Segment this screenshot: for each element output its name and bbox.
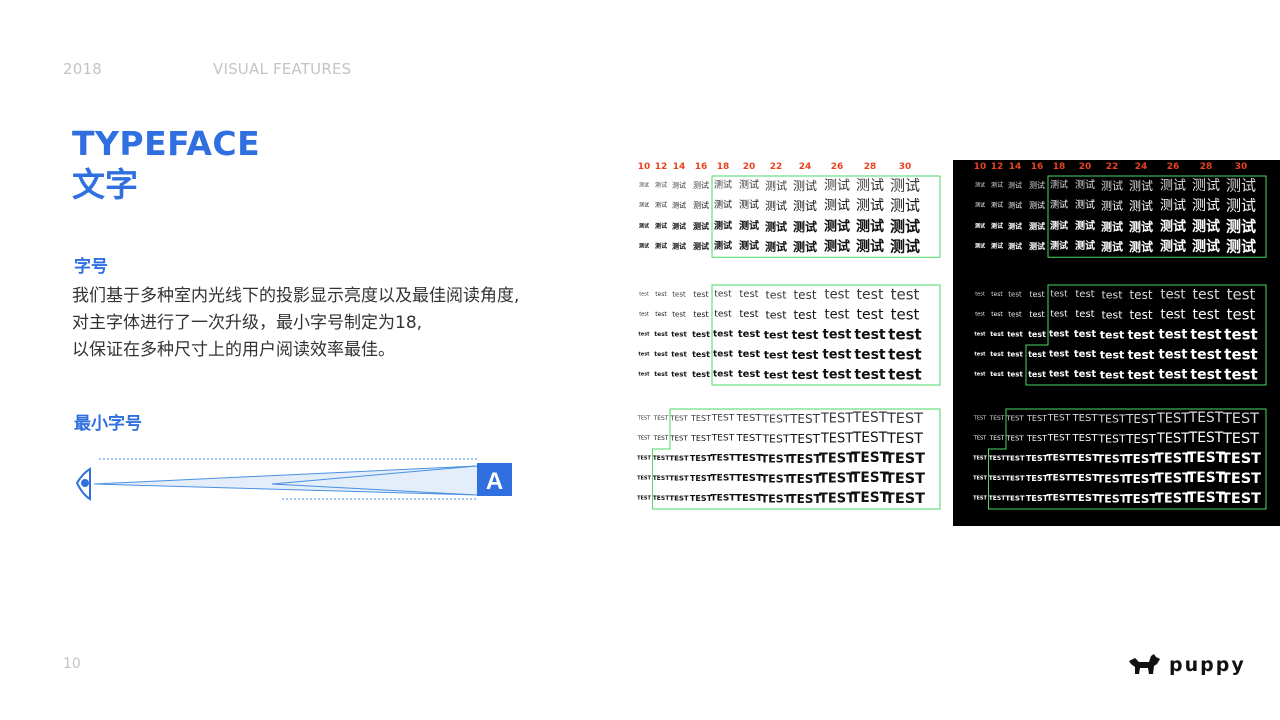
- specimen-group-测试: 测试 测试 测试 测试 测试 测试 测试 测试 测试 测试 测试 测试 测试 测试 测试 测试 测试 测试 测试 测试…: [634, 175, 946, 258]
- eye-icon: [75, 467, 91, 501]
- page-title: TYPEFACE: [72, 124, 261, 163]
- min-size-outline: [1025, 284, 1267, 386]
- min-size-outline: [711, 284, 941, 386]
- size-label: 26: [830, 162, 844, 172]
- description-line: 对主字体进行了一次升级，最小字号制定为18,: [72, 313, 423, 333]
- size-label: 28: [1199, 162, 1213, 172]
- size-label: 22: [1105, 162, 1119, 172]
- size-label: 20: [742, 162, 756, 172]
- specimen-panel-light: 10 12 14 16 18 20 22 24 26 28 30 测试 测试 测试 测试 测试 测试 测试 测试 测试…: [634, 160, 946, 526]
- specimen-group-测试: 测试 测试 测试 测试 测试 测试 测试 测试 测试 测试 测试 测试 测试 测试 测试 测试 测试 测试 测试 测试…: [953, 175, 1280, 258]
- size-label: 26: [1166, 162, 1180, 172]
- dog-icon: [1129, 654, 1160, 674]
- brand-logo: puppy: [1127, 650, 1246, 680]
- size-label: 10: [973, 162, 987, 172]
- specimen-panel-dark: 10 12 14 16 18 20 22 24 26 28 30 测试 测试 测试 测试 测试 测试 测试 测试 测试…: [953, 160, 1280, 526]
- specimen-group-test: TEST TEST TEST TEST TEST TEST TEST TEST TEST TEST…: [634, 408, 946, 510]
- size-label: 30: [898, 162, 912, 172]
- size-label: 10: [637, 162, 651, 172]
- year-label: 2018: [63, 60, 102, 78]
- description: 我们基于多种室内光线下的投影显示亮度以及最佳阅读角度, 对主字体进行了一次升级，…: [72, 283, 592, 364]
- size-label: 16: [694, 162, 708, 172]
- size-label: 30: [1234, 162, 1248, 172]
- size-label: 24: [1134, 162, 1148, 172]
- min-size-outline: [711, 175, 941, 258]
- specimen-group-test: test test test test test test test test test test…: [634, 284, 946, 386]
- min-size-outline: [652, 408, 941, 510]
- size-label: 18: [1052, 162, 1066, 172]
- specimen-group-test: test test test test test test test test test test…: [953, 284, 1280, 386]
- size-label: 20: [1078, 162, 1092, 172]
- size-labels-row: 10 12 14 16 18 20 22 24 26 28 30: [634, 162, 946, 176]
- min-font-size-heading: 最小字号: [74, 414, 142, 434]
- page-number: 10: [63, 656, 81, 672]
- size-label: 14: [672, 162, 686, 172]
- description-line: 以保证在多种尺寸上的用户阅读效率最佳。: [72, 340, 395, 360]
- min-size-outline: [1047, 175, 1267, 258]
- size-labels-row: 10 12 14 16 18 20 22 24 26 28 30: [953, 162, 1280, 176]
- size-label: 14: [1008, 162, 1022, 172]
- size-label: 18: [716, 162, 730, 172]
- size-label: 22: [769, 162, 783, 172]
- description-line: 我们基于多种室内光线下的投影显示亮度以及最佳阅读角度,: [72, 286, 520, 306]
- viewing-distance-diagram: A: [75, 458, 512, 501]
- size-label: 12: [990, 162, 1004, 172]
- min-size-outline: [988, 408, 1267, 510]
- page-title-zh: 文字: [72, 165, 138, 204]
- logo-text: puppy: [1169, 654, 1246, 676]
- size-label: 28: [863, 162, 877, 172]
- specimen-group-test: TEST TEST TEST TEST TEST TEST TEST TEST TEST TEST…: [953, 408, 1280, 510]
- font-size-heading: 字号: [74, 257, 108, 277]
- letter-a: A: [486, 468, 503, 495]
- size-label: 24: [798, 162, 812, 172]
- section-label: VISUAL FEATURES: [213, 60, 352, 78]
- size-label: 16: [1030, 162, 1044, 172]
- size-label: 12: [654, 162, 668, 172]
